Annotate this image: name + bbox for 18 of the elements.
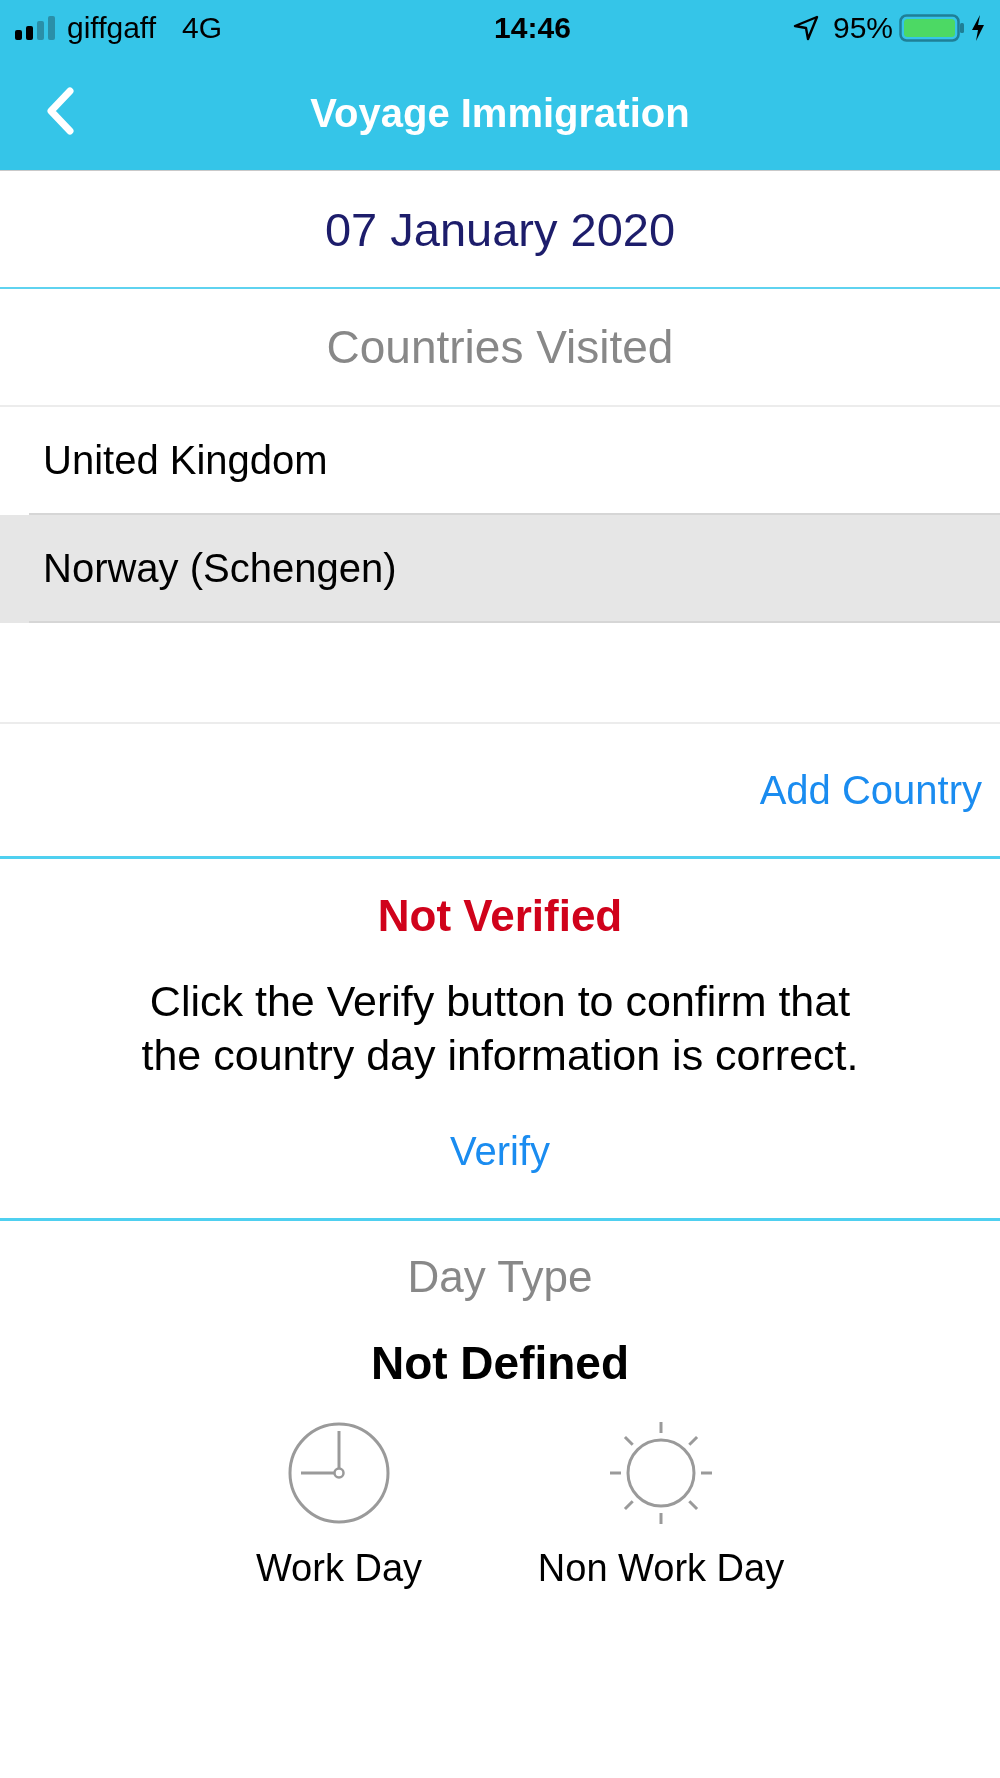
verification-status: Not Verified xyxy=(377,890,623,942)
day-type-heading: Day Type xyxy=(407,1251,593,1303)
charging-bolt-icon xyxy=(971,15,985,41)
location-arrow-icon xyxy=(792,15,819,41)
battery-percent: 95% xyxy=(832,13,893,43)
day-type-option[interactable]: Work Day xyxy=(199,1421,479,1591)
carrier-name: giffgaff xyxy=(67,13,156,43)
network-type: 4G xyxy=(182,13,222,43)
battery-icon xyxy=(899,14,965,42)
screen-title: Voyage Immigration xyxy=(310,93,690,133)
countries-heading: Countries Visited xyxy=(326,324,674,370)
day-type-value: Not Defined xyxy=(370,1336,630,1390)
clock-time: 14:46 xyxy=(494,13,571,43)
day-type-option[interactable]: Non Work Day xyxy=(521,1421,801,1591)
back-chevron-icon xyxy=(45,87,75,135)
verification-message: Click the Verify button to confirm that the country day information is correct. xyxy=(140,976,860,1081)
signal-icon xyxy=(15,16,57,40)
country-row[interactable]: Norway (Schengen) xyxy=(0,515,1000,623)
